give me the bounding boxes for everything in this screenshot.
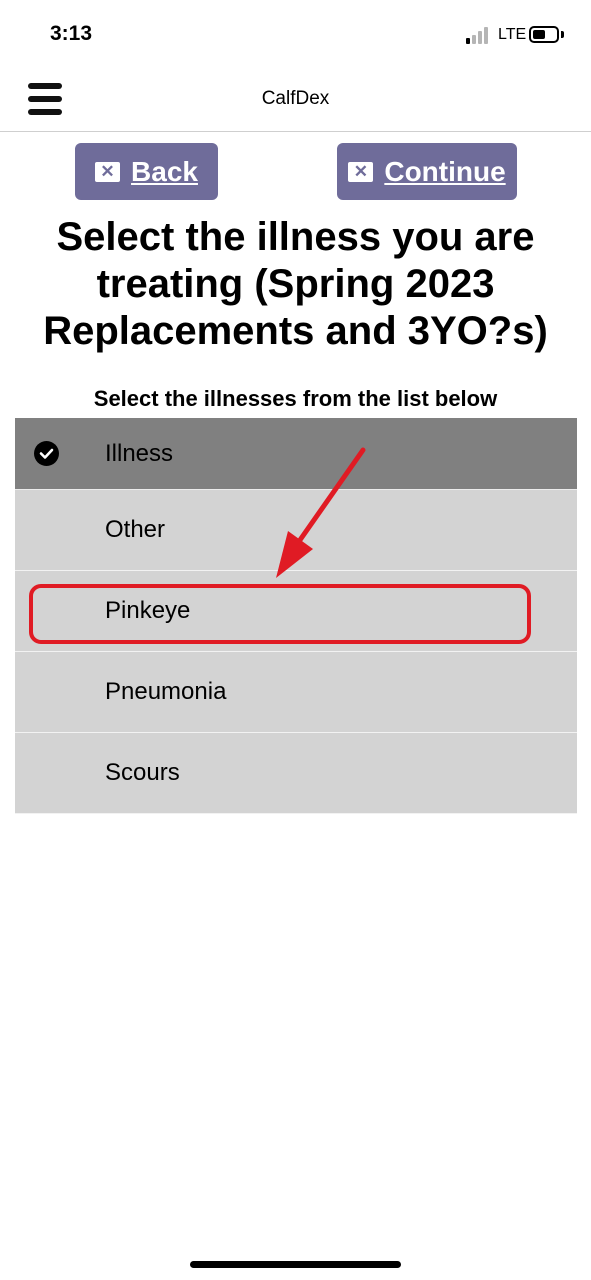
close-icon: ✕	[348, 161, 374, 182]
list-item-label: Scours	[105, 759, 180, 786]
continue-button[interactable]: ✕ Continue	[337, 143, 517, 200]
list-item-label: Pinkeye	[105, 597, 191, 624]
network-type: LTE	[498, 26, 527, 43]
status-time: 3:13	[50, 22, 93, 45]
back-button[interactable]: ✕ Back	[75, 143, 218, 200]
illness-list: Illness Other Pinkeye Pneumonia Scours	[15, 418, 577, 814]
list-item-pinkeye[interactable]: Pinkeye	[15, 571, 577, 652]
status-bar: 3:13 LTE	[0, 0, 591, 70]
list-item-label: Pneumonia	[105, 678, 227, 705]
list-instructions: Select the illnesses from the list below	[93, 386, 498, 411]
list-item-other[interactable]: Other	[15, 490, 577, 571]
close-icon: ✕	[95, 161, 121, 182]
list-item-pneumonia[interactable]: Pneumonia	[15, 652, 577, 733]
page-title: Select the illness you are treating (Spr…	[43, 215, 548, 353]
list-header-illness[interactable]: Illness	[15, 418, 577, 490]
list-item-scours[interactable]: Scours	[15, 733, 577, 814]
nav-bar: CalfDex	[0, 70, 591, 132]
signal-strength-icon	[466, 27, 492, 44]
continue-button-label: Continue	[384, 155, 506, 187]
battery-icon	[529, 26, 559, 43]
app-title: CalfDex	[261, 88, 330, 109]
list-item-label: Other	[105, 516, 166, 543]
back-button-label: Back	[131, 155, 198, 187]
battery-nub	[561, 31, 564, 38]
list-header-label: Illness	[105, 439, 174, 467]
checkmark-icon	[34, 441, 59, 466]
home-indicator[interactable]	[190, 1261, 401, 1268]
